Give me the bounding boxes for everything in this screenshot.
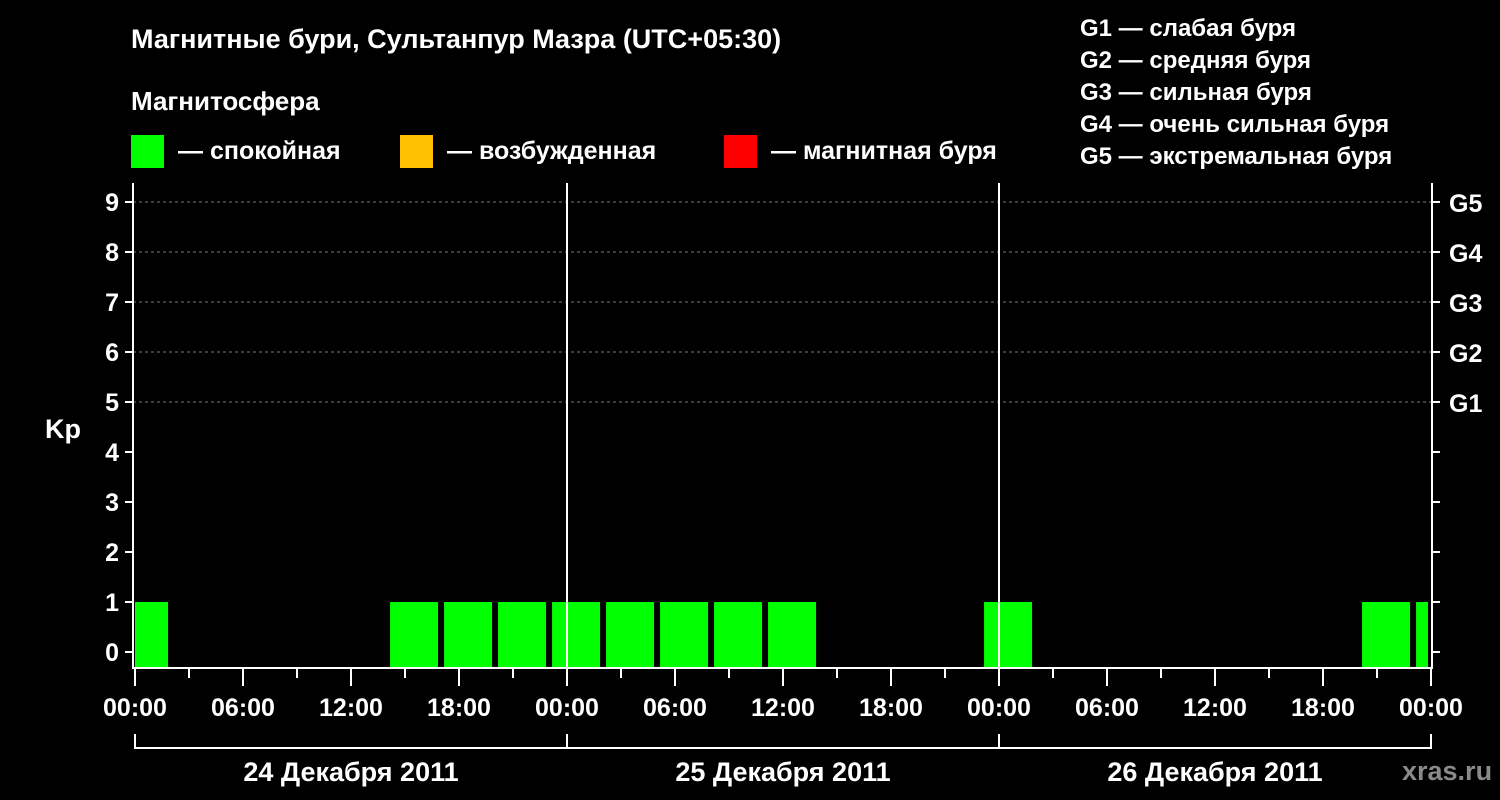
- kp-bar: [714, 602, 763, 668]
- kp-bar: [984, 602, 1033, 668]
- y-tick-label: 0: [105, 639, 119, 667]
- x-tick-label: 12:00: [751, 694, 815, 722]
- x-tick-label: 18:00: [1291, 694, 1355, 722]
- g-tick-label: G3: [1449, 290, 1482, 318]
- x-tick-label: 00:00: [967, 694, 1031, 722]
- y-tick-label: 1: [105, 589, 119, 617]
- x-tick-label: 06:00: [1075, 694, 1139, 722]
- y-tick-label: 9: [105, 189, 119, 217]
- kp-bar: [390, 602, 439, 668]
- kp-bar: [660, 602, 709, 668]
- day-label: 26 Декабря 2011: [1107, 757, 1322, 787]
- kp-bar: [552, 602, 601, 668]
- kp-bar: [498, 602, 547, 668]
- x-tick-label: 12:00: [319, 694, 383, 722]
- x-tick-label: 00:00: [103, 694, 167, 722]
- day-label: 25 Декабря 2011: [675, 757, 890, 787]
- y-tick-label: 2: [105, 539, 119, 567]
- kp-bar: [606, 602, 655, 668]
- y-tick-label: 3: [105, 489, 119, 517]
- y-tick-label: 8: [105, 239, 119, 267]
- x-tick-label: 00:00: [535, 694, 599, 722]
- kp-bar: [1416, 602, 1428, 668]
- day-label: 24 Декабря 2011: [243, 757, 458, 787]
- y-tick-label: 6: [105, 339, 119, 367]
- kp-chart: 0 1 2 3 4 5 6 7 8 9 G1 G2 G3 G4 G5 Kp 00:00 06:00 12:00 18:…: [45, 183, 1482, 787]
- kp-bar: [1362, 602, 1411, 668]
- g-tick-label: G2: [1449, 340, 1482, 368]
- watermark: xras.ru: [1402, 756, 1493, 786]
- y-tick-label: 7: [105, 289, 119, 317]
- g-tick-label: G5: [1449, 190, 1482, 218]
- g-tick-label: G1: [1449, 390, 1482, 418]
- kp-bar: [768, 602, 817, 668]
- x-tick-label: 12:00: [1183, 694, 1247, 722]
- kp-bar: [135, 602, 169, 668]
- x-tick-label: 18:00: [427, 694, 491, 722]
- x-tick-label: 06:00: [643, 694, 707, 722]
- y-tick-label: 5: [105, 389, 119, 417]
- x-tick-label: 18:00: [859, 694, 923, 722]
- kp-bar: [444, 602, 493, 668]
- y-tick-label: 4: [105, 439, 119, 467]
- y-axis-label: Kp: [45, 414, 81, 444]
- x-tick-label: 06:00: [211, 694, 275, 722]
- g-tick-label: G4: [1449, 240, 1482, 268]
- x-tick-label: 00:00: [1399, 694, 1463, 722]
